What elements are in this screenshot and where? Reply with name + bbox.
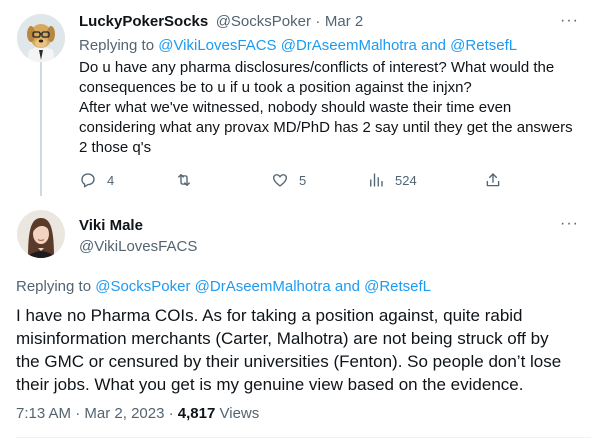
views-icon xyxy=(370,173,383,187)
retweet-icon xyxy=(178,174,190,186)
tweet2-text-line: misinformation merchants (Carter, Malhot… xyxy=(16,329,549,348)
tweet2-meta-dot: · xyxy=(75,405,81,422)
tweet1-author-name[interactable]: LuckyPokerSocks xyxy=(79,13,208,30)
tweet1-text-line: Do u have any pharma disclosures/conflic… xyxy=(79,59,555,76)
tweet2-views-label: Views xyxy=(219,405,260,422)
tweet2-replying-prefix: Replying to xyxy=(16,278,92,295)
reply-count: 4 xyxy=(107,172,115,188)
tweet2-meta: 7:13 AM · Mar 2, 2023 · 4,817 Views xyxy=(16,405,259,422)
tweet2-replying-to: Replying to @SocksPoker @DrAseemMalhotra… xyxy=(16,278,431,295)
avatar-viki-male[interactable] xyxy=(17,210,65,258)
thread-line xyxy=(40,62,42,196)
tweet2-author-name[interactable]: Viki Male xyxy=(79,217,143,234)
tweet1-author-handle[interactable]: @SocksPoker xyxy=(216,13,311,30)
tweet1-text: Do u have any pharma disclosures/conflic… xyxy=(79,58,589,158)
tweet1-replying-prefix: Replying to xyxy=(79,37,155,54)
tweet1-text-line: After what we've witnessed, nobody shoul… xyxy=(79,99,512,116)
tweet1-replying-handles[interactable]: @VikiLovesFACS @DrAseemMalhotra and @Ret… xyxy=(158,37,517,54)
like-button[interactable]: 5 xyxy=(271,171,306,189)
like-count: 5 xyxy=(299,172,307,188)
tweet1-separator: · xyxy=(315,13,321,30)
tweet2-date[interactable]: Mar 2, 2023 xyxy=(84,405,164,422)
tweet1-text-line: considering what any provax MD/PhD has 2… xyxy=(79,119,573,136)
tweet1-text-line: consequences be to u if u took a positio… xyxy=(79,79,472,96)
share-icon xyxy=(486,173,500,187)
tweet2-time[interactable]: 7:13 AM xyxy=(16,405,71,422)
tweet2-views-count: 4,817 xyxy=(177,405,216,422)
tweet1-header: LuckyPokerSocks @SocksPoker · Mar 2 xyxy=(79,13,363,31)
reply-icon xyxy=(81,173,95,188)
bottom-divider xyxy=(16,437,591,438)
tweet1-text-line: 2 those q's xyxy=(79,139,152,156)
tweet2-more-icon[interactable]: ··· xyxy=(560,215,579,233)
reply-button[interactable]: 4 xyxy=(79,171,114,189)
tweet1-replying-to: Replying to @VikiLovesFACS @DrAseemMalho… xyxy=(79,37,517,54)
avatar-luckypokersocks[interactable] xyxy=(17,14,65,62)
tweet1-date[interactable]: Mar 2 xyxy=(325,13,363,30)
tweet1-more-icon[interactable]: ··· xyxy=(560,12,579,30)
woman-avatar-icon xyxy=(17,210,65,258)
tweet2-text-line: the GMC or censured by their universitie… xyxy=(16,352,562,371)
like-icon xyxy=(272,174,288,187)
views-count: 524 xyxy=(395,172,417,188)
tweet2-text-line: I have no Pharma COIs. As for taking a p… xyxy=(16,306,523,325)
views-button[interactable]: 524 xyxy=(367,171,417,189)
tweet2-author-handle[interactable]: @VikiLovesFACS xyxy=(79,238,197,255)
share-button[interactable] xyxy=(484,171,502,189)
tweet2-text-line: their jobs. What you get is my genuine v… xyxy=(16,375,524,394)
dog-avatar-icon xyxy=(17,14,65,62)
tweet2-meta-dot: · xyxy=(168,405,174,422)
tweet2-text: I have no Pharma COIs. As for taking a p… xyxy=(16,304,591,396)
tweet2-replying-handles[interactable]: @SocksPoker @DrAseemMalhotra and @Retsef… xyxy=(95,278,431,295)
retweet-button[interactable] xyxy=(175,171,203,189)
